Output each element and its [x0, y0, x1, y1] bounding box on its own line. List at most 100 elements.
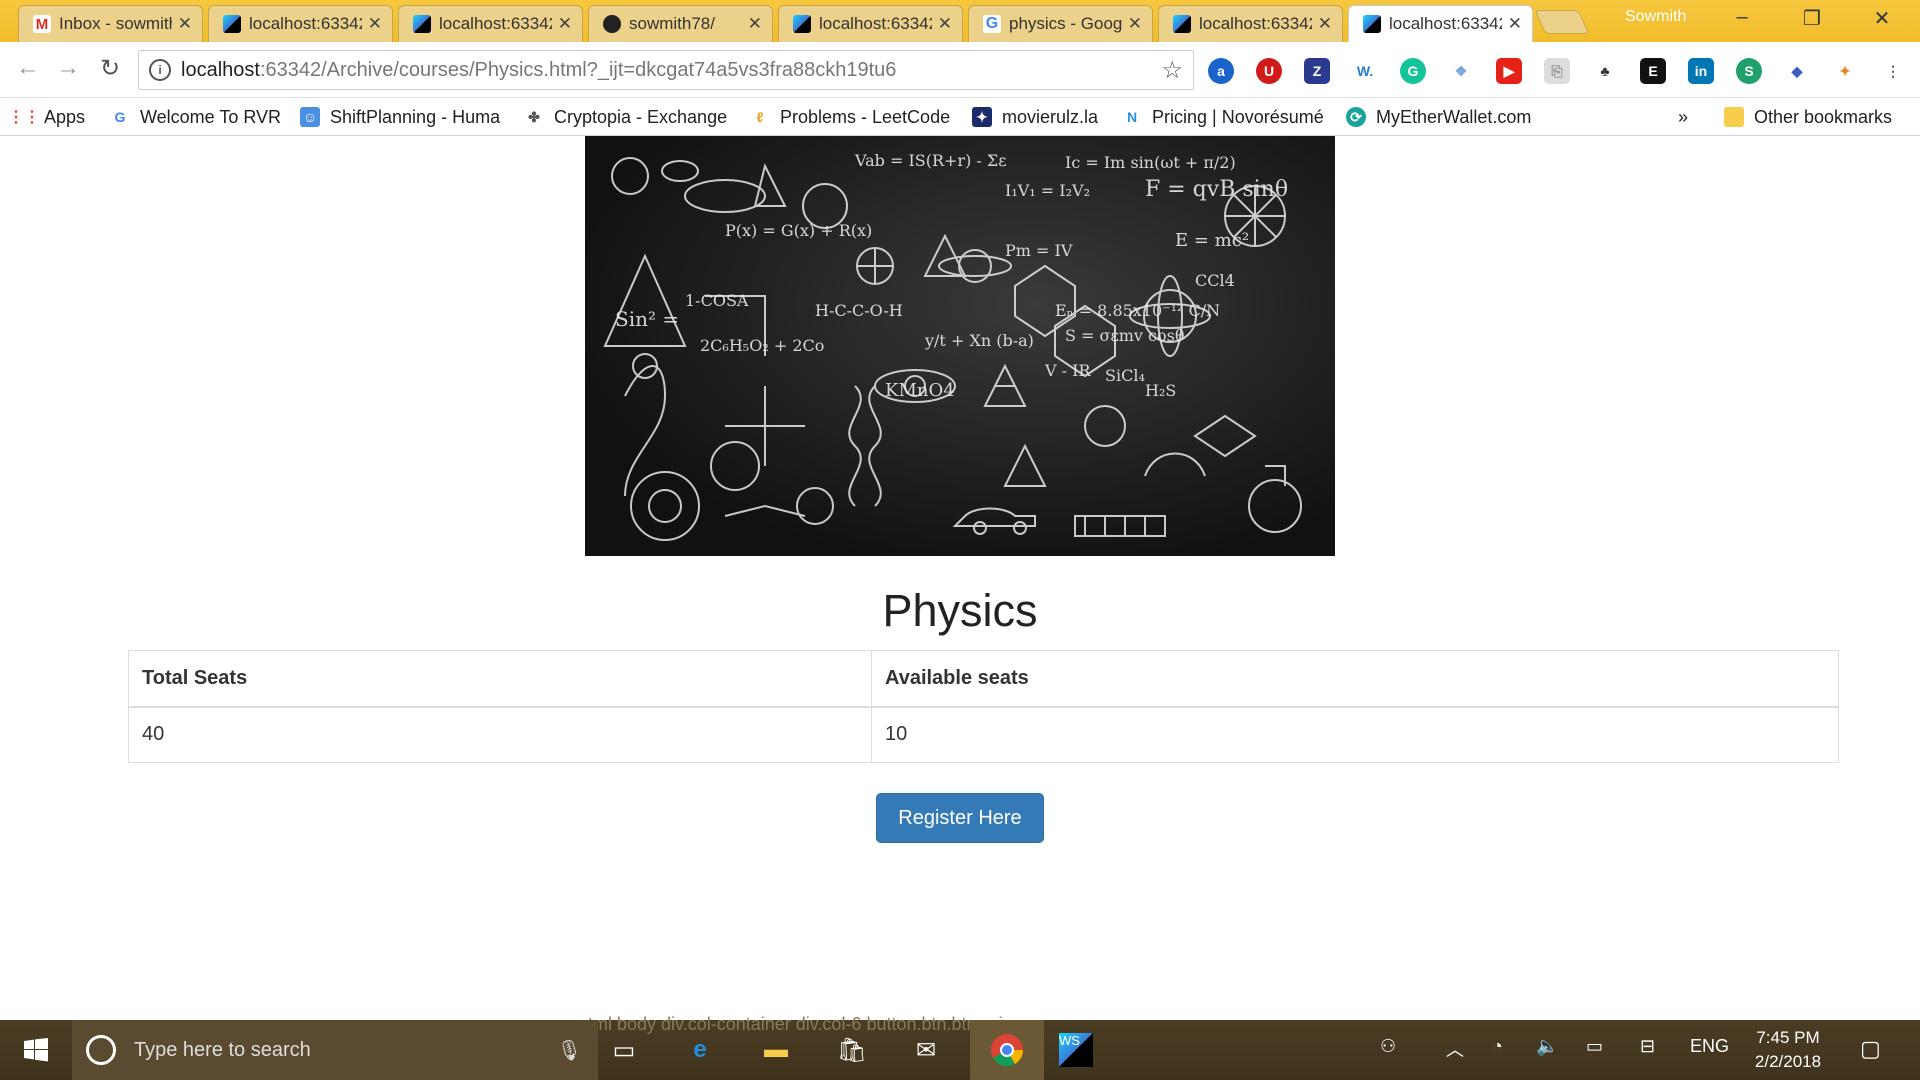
extension-e-icon[interactable]: E: [1640, 58, 1666, 84]
svg-text:H₂S: H₂S: [1145, 381, 1176, 400]
metamask-icon[interactable]: ✦: [1832, 58, 1858, 84]
menu-dots-icon[interactable]: ⋮: [1880, 58, 1906, 84]
dropbox-icon[interactable]: ❖: [1448, 58, 1474, 84]
user-icon: ☺: [300, 107, 320, 127]
bookmark-leetcode[interactable]: ℓ Problems - LeetCode: [750, 104, 951, 130]
bookmark-star-icon[interactable]: ☆: [1161, 56, 1183, 85]
webstorm-icon: WS: [1059, 1033, 1093, 1067]
svg-text:KMnO4: KMnO4: [885, 380, 955, 401]
apps-grid-icon: ⋮⋮: [8, 109, 40, 126]
google-icon: G: [114, 109, 126, 125]
bookmark-cryptopia[interactable]: ✤ Cryptopia - Exchange: [524, 104, 727, 130]
evernote-icon[interactable]: ♣: [1592, 58, 1618, 84]
bookmark-shiftplanning[interactable]: ☺ ShiftPlanning - Huma: [300, 104, 500, 130]
movierulz-icon: ✦: [972, 107, 992, 127]
svg-text:P(x) = G(x) + R(x): P(x) = G(x) + R(x): [725, 221, 872, 240]
file-explorer-icon[interactable]: ▬: [754, 1028, 798, 1072]
back-icon[interactable]: ←: [12, 54, 44, 82]
close-icon[interactable]: ✕: [1318, 14, 1332, 34]
start-button[interactable]: [0, 1020, 72, 1080]
minimize-icon[interactable]: –: [1727, 6, 1757, 29]
search-placeholder: Type here to search: [134, 1038, 311, 1061]
tab-github[interactable]: sowmith78/ ✕: [588, 5, 773, 42]
bookmark-apps[interactable]: ⋮⋮ Apps: [8, 104, 86, 130]
restore-icon[interactable]: ❐: [1797, 6, 1827, 31]
show-hidden-icons-icon[interactable]: ︿: [1446, 1036, 1464, 1062]
microphone-icon[interactable]: 🎙: [557, 1038, 582, 1063]
taskbar-search[interactable]: Type here to search 🎙: [72, 1020, 598, 1080]
tab-localhost[interactable]: localhost:63342 ✕: [1158, 5, 1343, 42]
close-icon[interactable]: ✕: [1508, 14, 1522, 34]
reload-icon[interactable]: ↻: [94, 54, 126, 83]
cortana-icon: [86, 1035, 116, 1065]
table-header-row: Total Seats Available seats: [128, 650, 1839, 708]
close-window-icon[interactable]: ✕: [1867, 6, 1897, 31]
edge-icon[interactable]: e: [678, 1028, 722, 1072]
bookmark-label: Apps: [44, 106, 86, 127]
webstorm-icon: [1363, 15, 1381, 33]
store-icon[interactable]: 🛍: [830, 1028, 874, 1072]
close-icon[interactable]: ✕: [1128, 14, 1142, 34]
webstorm-taskbar-icon[interactable]: WS: [1054, 1028, 1098, 1072]
pdf-icon[interactable]: ⎘: [1544, 58, 1570, 84]
svg-text:y/t + Xn (b-a): y/t + Xn (b-a): [924, 331, 1034, 350]
battery-icon[interactable]: ▭: [1586, 1036, 1603, 1057]
task-view-icon[interactable]: ▭: [602, 1028, 646, 1072]
grammarly-icon[interactable]: G: [1400, 58, 1426, 84]
close-icon[interactable]: ✕: [178, 14, 192, 34]
url-text[interactable]: localhost:63342/Archive/courses/Physics.…: [181, 59, 1161, 82]
tab-google-search[interactable]: G physics - Google ✕: [968, 5, 1153, 42]
chrome-taskbar-icon[interactable]: [970, 1020, 1044, 1080]
extension-a-icon[interactable]: a: [1208, 58, 1234, 84]
windows-taskbar: tml body div.col-container div.col-6 but…: [0, 1014, 1920, 1080]
close-icon[interactable]: ✕: [558, 14, 572, 34]
tab-strip: M Inbox - sowmith ✕ localhost:63342 ✕ lo…: [0, 0, 1920, 42]
tab-localhost-active[interactable]: localhost:63342 ✕: [1348, 5, 1533, 42]
bookmark-movierulz[interactable]: ✦ movierulz.la: [972, 104, 1098, 130]
language-indicator[interactable]: ENG: [1690, 1036, 1729, 1057]
tab-localhost[interactable]: localhost:63342 ✕: [398, 5, 583, 42]
webstorm-icon: [413, 15, 431, 33]
extension-s-icon[interactable]: S: [1736, 58, 1762, 84]
site-info-icon[interactable]: i: [149, 59, 171, 81]
close-icon[interactable]: ✕: [368, 14, 382, 34]
ethereum-icon[interactable]: ◆: [1784, 58, 1810, 84]
register-button[interactable]: Register Here: [876, 793, 1044, 843]
webstorm-icon: [223, 15, 241, 33]
profile-name[interactable]: Sowmith: [1625, 8, 1686, 26]
svg-text:Sin² =: Sin² =: [615, 307, 679, 331]
available-seats-value: 10: [871, 706, 1839, 763]
bookmark-label: Problems - LeetCode: [780, 106, 951, 127]
tab-localhost[interactable]: localhost:63342 ✕: [778, 5, 963, 42]
close-icon[interactable]: ✕: [938, 14, 952, 34]
tab-gmail[interactable]: M Inbox - sowmith ✕: [18, 5, 203, 42]
volume-icon[interactable]: 🔈: [1536, 1036, 1558, 1057]
bookmark-myetherwallet[interactable]: ⟳ MyEtherWallet.com: [1346, 104, 1531, 130]
cryptopia-icon: ✤: [528, 108, 540, 125]
ublock-icon[interactable]: U: [1256, 58, 1282, 84]
people-icon[interactable]: ⚇: [1380, 1036, 1396, 1057]
new-tab-button[interactable]: [1534, 10, 1590, 34]
clock[interactable]: 7:45 PM 2/2/2018: [1740, 1026, 1836, 1074]
bookmark-rvr[interactable]: G Welcome To RVR: [110, 104, 282, 130]
close-icon[interactable]: ✕: [748, 14, 762, 34]
address-bar[interactable]: i localhost:63342/Archive/courses/Physic…: [138, 50, 1194, 90]
table-row: 40 10: [128, 706, 1839, 763]
google-icon: G: [983, 15, 1001, 33]
network-icon[interactable]: ⊟: [1640, 1036, 1655, 1057]
action-center-icon[interactable]: ▢: [1860, 1036, 1881, 1062]
tab-localhost[interactable]: localhost:63342 ✕: [208, 5, 393, 42]
bookmarks-overflow-button[interactable]: »: [1678, 104, 1688, 130]
extension-w-icon[interactable]: W.: [1352, 58, 1378, 84]
chalkboard-doodles: Vab = IS(R+r) - Σε Ic = Im sin(ωt + π/2)…: [603, 151, 1302, 541]
other-bookmarks[interactable]: Other bookmarks: [1724, 104, 1892, 130]
forward-icon[interactable]: →: [52, 54, 84, 82]
youtube-icon[interactable]: ▶: [1496, 58, 1522, 84]
tab-label: localhost:63342: [249, 14, 362, 33]
mail-icon[interactable]: ✉: [904, 1028, 948, 1072]
bookmark-novoresume[interactable]: N Pricing | Novorésumé: [1122, 104, 1324, 130]
linkedin-icon[interactable]: in: [1688, 58, 1714, 84]
wifi-icon[interactable]: ◔: [1492, 1036, 1503, 1057]
svg-text:S = σεmv cosθ: S = σεmv cosθ: [1065, 326, 1184, 345]
extension-z-icon[interactable]: Z: [1304, 58, 1330, 84]
